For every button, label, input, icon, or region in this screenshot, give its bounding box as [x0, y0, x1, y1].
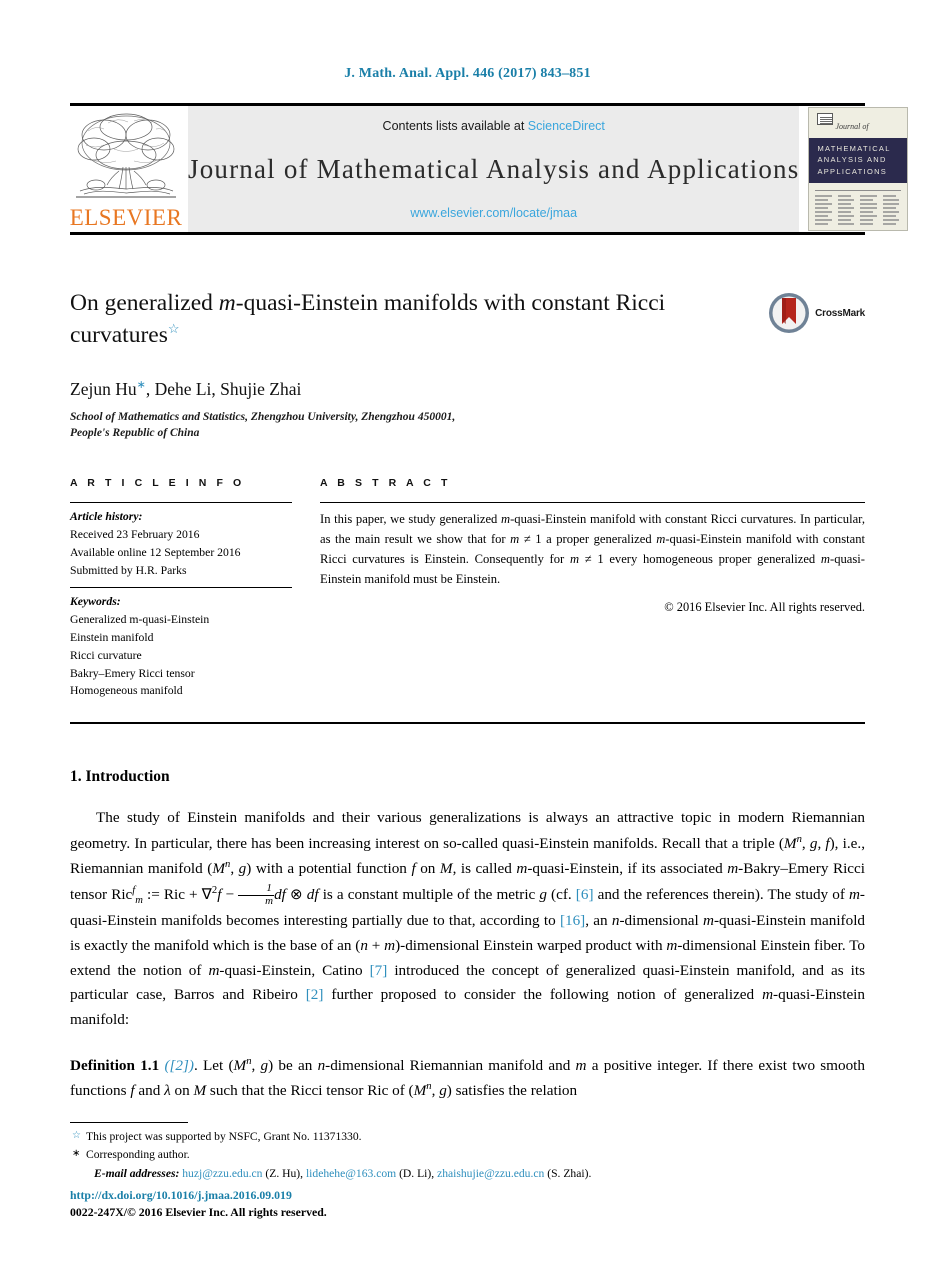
journal-banner: ELSEVIER Contents lists available at Sci…: [70, 103, 909, 235]
citation-link[interactable]: [16]: [560, 912, 585, 929]
footnotes: ☆ This project was supported by NSFC, Gr…: [70, 1121, 865, 1184]
footnote-emails: E-mail addresses: huzj@zzu.edu.cn (Z. Hu…: [94, 1167, 592, 1181]
affiliation-line-1: School of Mathematics and Statistics, Zh…: [70, 410, 456, 423]
doi-link[interactable]: http://dx.doi.org/10.1016/j.jmaa.2016.09…: [70, 1187, 327, 1205]
cover-band-line-2: ANALYSIS AND: [817, 155, 887, 165]
article-info-heading: A R T I C L E I N F O: [70, 477, 245, 490]
abstract-text: In this paper, we study generalized m-qu…: [320, 512, 865, 586]
article-info-column: A R T I C L E I N F O Article history: R…: [70, 477, 320, 700]
info-abstract-row: A R T I C L E I N F O Article history: R…: [70, 477, 865, 700]
issn-copyright: 0022-247X/© 2016 Elsevier Inc. All right…: [70, 1205, 327, 1220]
title-italic-m: m: [218, 290, 236, 316]
cover-elsevier-mark-icon: [817, 113, 834, 125]
author-list: Zejun Hu∗, Dehe Li, Shujie Zhai: [70, 378, 865, 400]
author-rest: , Dehe Li, Shujie Zhai: [145, 378, 302, 399]
page-title: On generalized m-quasi-Einstein manifold…: [70, 287, 710, 352]
section-heading-introduction: 1. Introduction: [70, 768, 170, 786]
keyword-item: Generalized m-quasi-Einstein: [70, 613, 210, 627]
banner-center: Contents lists available at ScienceDirec…: [188, 106, 800, 232]
email-owner: (D. Li): [399, 1167, 432, 1181]
title-footnote-star-icon[interactable]: ☆: [168, 322, 180, 337]
footnote-corresponding: ∗ Corresponding author.: [70, 1146, 865, 1165]
footnote-rule: [70, 1121, 188, 1123]
cover-contents-block: [809, 183, 907, 230]
banner-bottom-rule: [70, 232, 865, 235]
email-link[interactable]: lidehehe@163.com: [306, 1167, 396, 1180]
keyword-item: Homogeneous manifold: [70, 684, 183, 698]
keyword-item: Einstein manifold: [70, 631, 154, 645]
cover-band-line-1: MATHEMATICAL: [817, 144, 891, 153]
sciencedirect-link[interactable]: ScienceDirect: [528, 119, 605, 133]
footnote-funding-text: This project was supported by NSFC, Gran…: [86, 1129, 362, 1143]
cover-band-line-3: APPLICATIONS: [817, 166, 888, 176]
crossmark-label: CrossMark: [815, 307, 865, 319]
email-link[interactable]: zhaishujie@zzu.edu.cn: [437, 1167, 544, 1180]
keywords-block: Keywords: Generalized m-quasi-Einstein E…: [70, 588, 292, 700]
abstract-copyright: © 2016 Elsevier Inc. All rights reserved…: [664, 599, 865, 614]
citation-link[interactable]: [6]: [576, 886, 594, 903]
crossmark-icon: [769, 293, 810, 333]
email-owner: (S. Zhai): [547, 1167, 589, 1181]
history-item: Received 23 February 2016: [70, 528, 200, 542]
paper-page: J. Math. Anal. Appl. 446 (2017) 843–851: [0, 0, 935, 1266]
intro-paragraph: The study of Einstein manifolds and thei…: [70, 809, 866, 1028]
email-owner: (Z. Hu): [265, 1167, 301, 1181]
history-item: Available online 12 September 2016: [70, 545, 241, 559]
email-link[interactable]: huzj@zzu.edu.cn: [182, 1167, 262, 1180]
footnote-star-icon: ☆: [72, 1129, 81, 1141]
affiliation-line-2: People's Republic of China: [70, 427, 200, 439]
affiliation: School of Mathematics and Statistics, Zh…: [70, 409, 865, 442]
contents-lists-line: Contents lists available at ScienceDirec…: [383, 119, 605, 133]
title-block: On generalized m-quasi-Einstein manifold…: [70, 287, 865, 352]
elsevier-logo: ELSEVIER: [70, 106, 182, 232]
cover-title-band: MATHEMATICAL ANALYSIS AND APPLICATIONS: [809, 138, 908, 183]
elsevier-tree-icon: [76, 113, 176, 198]
author-first: Zejun Hu: [70, 378, 137, 399]
journal-cover[interactable]: Journal of MATHEMATICAL ANALYSIS AND APP…: [807, 106, 909, 232]
history-item: Submitted by H.R. Parks: [70, 563, 187, 577]
keyword-item: Ricci curvature: [70, 648, 142, 662]
journal-title: Journal of Mathematical Analysis and App…: [188, 154, 800, 184]
corresponding-author-mark[interactable]: ∗: [137, 379, 146, 391]
article-history-heading: Article history:: [70, 510, 143, 524]
running-head: J. Math. Anal. Appl. 446 (2017) 843–851: [344, 66, 591, 81]
citation-link[interactable]: [2]: [306, 986, 324, 1003]
footnote-corresponding-text: Corresponding author.: [86, 1148, 190, 1162]
contents-prefix: Contents lists available at: [382, 119, 528, 133]
abstract-heading: A B S T R A C T: [320, 477, 451, 490]
imprint: http://dx.doi.org/10.1016/j.jmaa.2016.09…: [70, 1187, 327, 1222]
elsevier-wordmark: ELSEVIER: [69, 205, 183, 230]
journal-url[interactable]: www.elsevier.com/locate/jmaa: [410, 206, 577, 220]
article-history-block: Article history: Received 23 February 20…: [70, 503, 292, 587]
section-divider: [70, 722, 865, 725]
citation-link[interactable]: [7]: [370, 962, 388, 979]
keyword-item: Bakry–Emery Ricci tensor: [70, 666, 195, 680]
footnote-funding: ☆ This project was supported by NSFC, Gr…: [70, 1128, 865, 1147]
abstract-column: A B S T R A C T In this paper, we study …: [320, 477, 865, 700]
cover-journal-of: Journal of: [835, 122, 869, 131]
definition-label: Definition 1.1: [70, 1056, 160, 1074]
keywords-heading: Keywords:: [70, 595, 121, 609]
email-addresses-label: E-mail addresses:: [94, 1167, 180, 1181]
cover-masthead: Journal of: [809, 108, 907, 138]
journal-url-text: www.elsevier.com/locate/jmaa: [410, 206, 578, 220]
definition-paragraph: Definition 1.1 ([2]). Let (Mn, g) be an …: [70, 1055, 865, 1100]
footnote-asterisk-icon: ∗: [72, 1148, 81, 1160]
title-segment-1: On generalized: [70, 290, 219, 316]
crossmark-badge[interactable]: CrossMark: [767, 291, 865, 335]
definition-citation[interactable]: ([2]): [164, 1057, 194, 1074]
